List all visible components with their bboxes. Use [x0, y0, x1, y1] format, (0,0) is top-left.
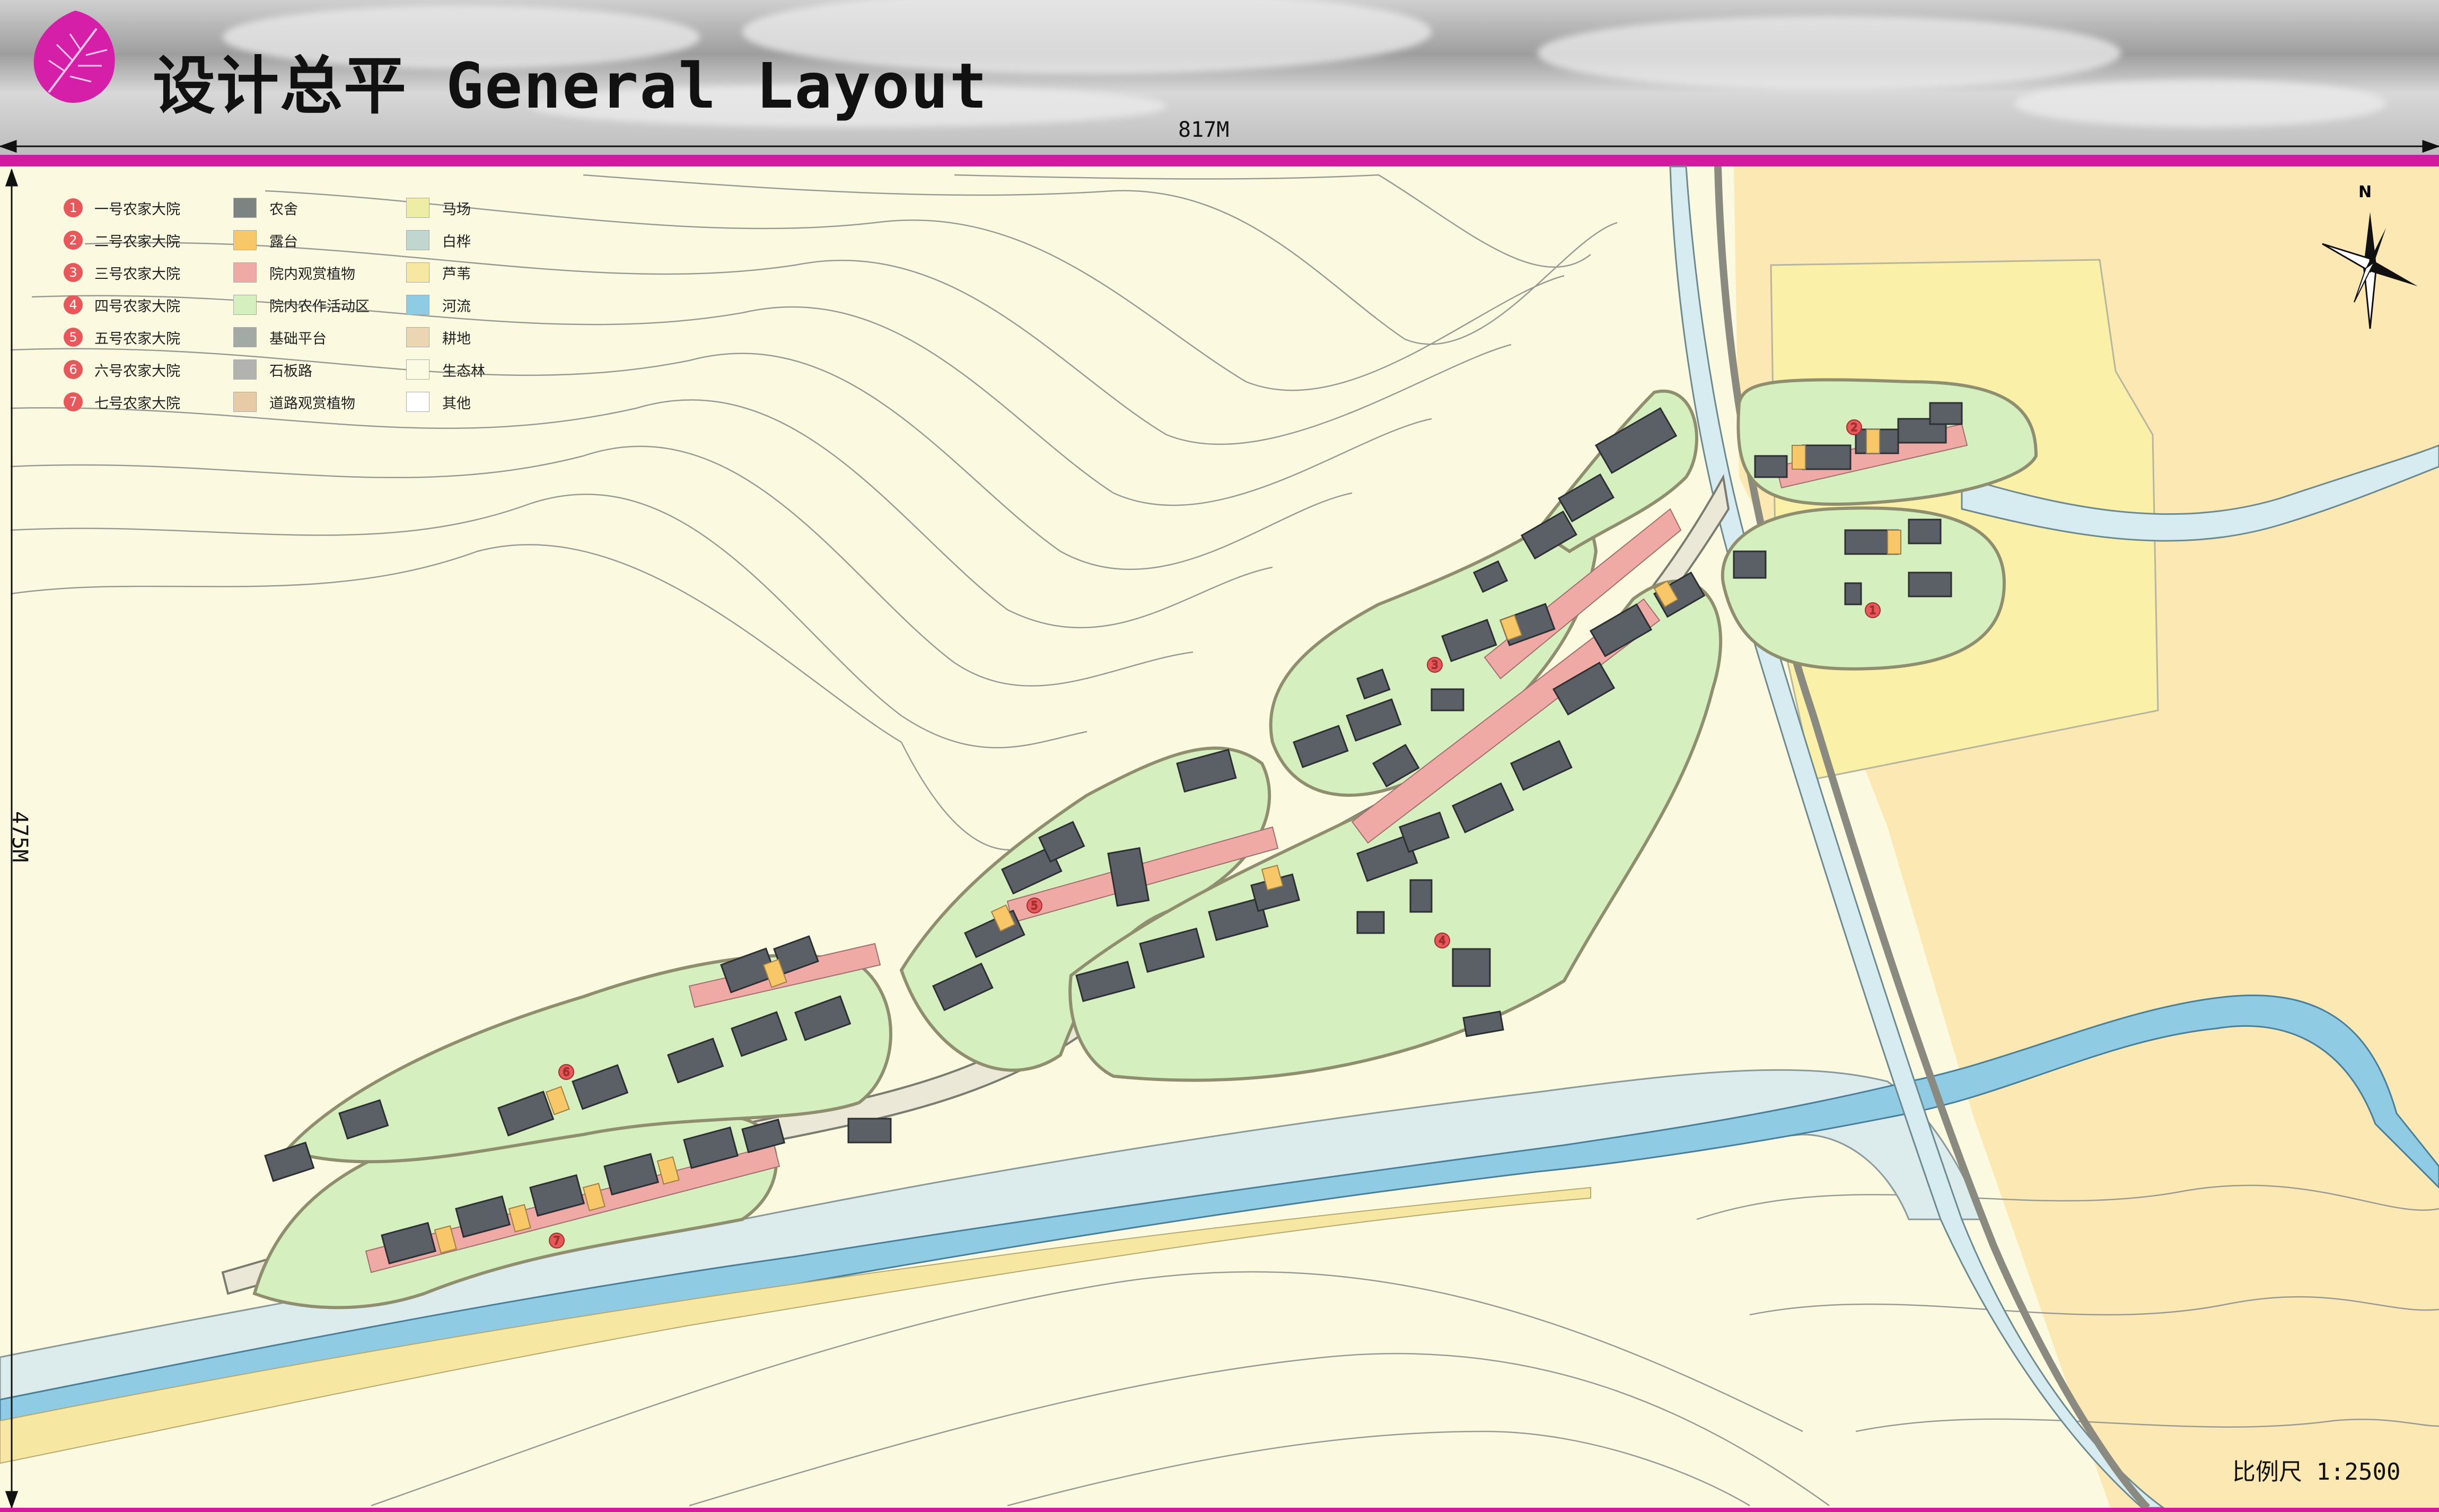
legend-label: 露台 — [269, 233, 298, 250]
legend-courtyard-1: 1 一号农家大院 — [64, 197, 180, 218]
legend-label: 三号农家大院 — [94, 266, 180, 283]
courtyard-marker-number: 4 — [1439, 934, 1446, 947]
courtyard-number-badge: 6 — [64, 360, 83, 379]
courtyard-marker-number: 5 — [1031, 899, 1038, 912]
courtyard-marker-number: 2 — [1851, 421, 1858, 434]
legend-swatch — [233, 230, 257, 250]
legend-swatch — [406, 198, 429, 218]
legend-label: 七号农家大院 — [94, 395, 180, 412]
legend-courtyard-3: 3 三号农家大院 — [64, 262, 180, 283]
legend-swatch — [233, 198, 257, 218]
legend-courtyard-7: 7 七号农家大院 — [64, 391, 180, 412]
footer-divider — [0, 1508, 2439, 1512]
legend-label: 基础平台 — [269, 330, 327, 347]
legend-farmhouse: 农舍 — [233, 197, 298, 218]
legend-label: 石板路 — [269, 363, 312, 380]
legend-label: 河流 — [442, 298, 471, 315]
legend-courtyard-5: 5 五号农家大院 — [64, 327, 180, 348]
legend-label: 二号农家大院 — [94, 233, 180, 250]
legend-swatch — [233, 327, 257, 347]
legend-river: 河流 — [406, 294, 471, 315]
legend-road-plants: 道路观赏植物 — [233, 391, 355, 412]
map-legend: 1 一号农家大院 2 二号农家大院 3 三号农家大院 4 四号农家大院 5 五号… — [64, 197, 541, 420]
legend-swatch — [233, 295, 257, 315]
legend-label: 农舍 — [269, 201, 298, 218]
courtyard-number-badge: 4 — [64, 295, 83, 314]
legend-label: 六号农家大院 — [94, 363, 180, 380]
legend-label: 芦苇 — [442, 266, 471, 283]
legend-courtyard-4: 4 四号农家大院 — [64, 294, 180, 315]
legend-courtyard-2: 2 二号农家大院 — [64, 230, 180, 251]
legend-yard-plants: 院内观赏植物 — [233, 262, 355, 283]
width-dimension-label: 817M — [1178, 118, 1230, 142]
legend-swatch — [233, 262, 257, 283]
legend-eco-forest: 生态林 — [406, 359, 485, 380]
legend-swatch — [406, 392, 429, 412]
courtyard-number-badge: 5 — [64, 328, 83, 347]
courtyard-number-badge: 1 — [64, 198, 83, 217]
legend-label: 院内农作活动区 — [269, 298, 370, 315]
legend-label: 四号农家大院 — [94, 298, 180, 315]
legend-courtyard-6: 6 六号农家大院 — [64, 359, 180, 380]
legend-label: 马场 — [442, 201, 471, 218]
legend-swatch — [406, 359, 429, 380]
height-dimension-label: 475M — [7, 811, 32, 863]
courtyard-marker-number: 7 — [554, 1234, 560, 1247]
north-label: N — [2358, 183, 2372, 201]
legend-label: 其他 — [442, 395, 471, 412]
legend-swatch — [406, 327, 429, 347]
legend-label: 生态林 — [442, 363, 485, 380]
courtyard-number-badge: 7 — [64, 392, 83, 411]
legend-label: 五号农家大院 — [94, 330, 180, 347]
courtyard-marker-number: 3 — [1432, 658, 1438, 671]
legend-swatch — [406, 262, 429, 283]
legend-label: 道路观赏植物 — [269, 395, 355, 412]
courtyard-marker-number: 1 — [1870, 604, 1876, 617]
legend-label: 一号农家大院 — [94, 201, 180, 218]
courtyard-number-badge: 3 — [64, 263, 83, 282]
legend-label: 院内观赏植物 — [269, 266, 355, 283]
legend-yard-farming: 院内农作活动区 — [233, 294, 370, 315]
courtyard-marker-number: 6 — [563, 1066, 570, 1078]
legend-horse-farm: 马场 — [406, 197, 471, 218]
legend-platform: 基础平台 — [233, 327, 327, 348]
legend-stone-path: 石板路 — [233, 359, 312, 380]
legend-swatch — [406, 230, 429, 250]
legend-farmland: 耕地 — [406, 327, 471, 348]
legend-swatch — [406, 295, 429, 315]
legend-birch: 白桦 — [406, 230, 471, 251]
legend-swatch — [233, 359, 257, 380]
legend-terrace: 露台 — [233, 230, 298, 251]
scale-label: 比例尺 1:2500 — [2232, 1458, 2401, 1485]
legend-reed: 芦苇 — [406, 262, 471, 283]
legend-label: 耕地 — [442, 330, 471, 347]
courtyard-number-badge: 2 — [64, 231, 83, 250]
legend-label: 白桦 — [442, 233, 471, 250]
legend-other: 其他 — [406, 391, 471, 412]
legend-swatch — [233, 392, 257, 412]
